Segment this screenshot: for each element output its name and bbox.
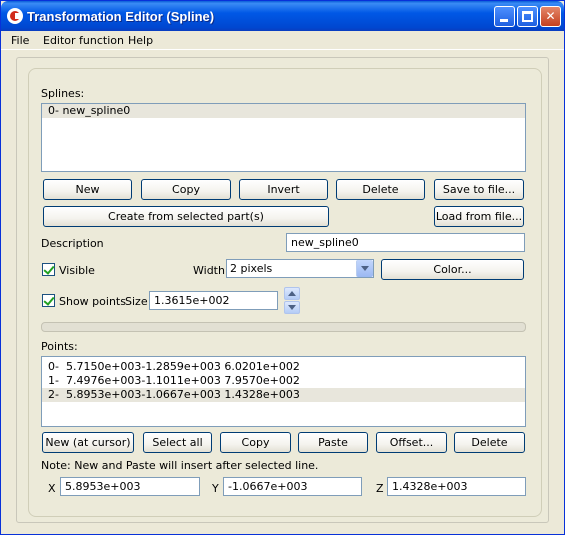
spin-up-icon[interactable] bbox=[284, 287, 300, 300]
menu-help[interactable]: Help bbox=[128, 34, 153, 47]
menu-editor-function[interactable]: Editor function bbox=[43, 34, 124, 47]
new-at-cursor-button[interactable]: New (at cursor) bbox=[42, 432, 134, 453]
visible-checkbox[interactable] bbox=[42, 263, 55, 276]
splines-list[interactable]: 0- new_spline0 bbox=[41, 103, 526, 172]
list-item[interactable]: 2- 5.8953e+003-1.0667e+003 1.4328e+003 bbox=[42, 388, 525, 402]
size-label: Size bbox=[125, 295, 148, 308]
points-label: Points: bbox=[41, 340, 78, 353]
spin-down-icon[interactable] bbox=[284, 301, 300, 314]
paste-point-button[interactable]: Paste bbox=[298, 432, 368, 453]
delete-point-button[interactable]: Delete bbox=[454, 432, 525, 453]
y-label: Y bbox=[212, 482, 219, 495]
insert-note: Note: New and Paste will insert after se… bbox=[41, 459, 319, 472]
visible-label: Visible bbox=[59, 264, 95, 277]
splines-label: Splines: bbox=[41, 87, 85, 100]
points-list[interactable]: 0- 5.7150e+003-1.2859e+003 6.0201e+002 1… bbox=[41, 356, 526, 427]
copy-point-button[interactable]: Copy bbox=[220, 432, 291, 453]
close-button[interactable]: ✕ bbox=[540, 6, 561, 27]
window-title: Transformation Editor (Spline) bbox=[27, 9, 215, 24]
delete-spline-button[interactable]: Delete bbox=[336, 179, 425, 200]
color-button[interactable]: Color... bbox=[381, 259, 524, 280]
minimize-button[interactable] bbox=[494, 6, 515, 27]
close-icon: ✕ bbox=[545, 9, 556, 23]
copy-spline-button[interactable]: Copy bbox=[141, 179, 231, 200]
show-points-label: Show points bbox=[59, 295, 126, 308]
description-input[interactable]: new_spline0 bbox=[286, 233, 525, 252]
size-spinner[interactable] bbox=[284, 287, 300, 314]
offset-button[interactable]: Offset... bbox=[376, 432, 447, 453]
maximize-icon bbox=[522, 11, 533, 22]
x-label: X bbox=[48, 482, 56, 495]
list-item[interactable]: 1- 7.4976e+003-1.1011e+003 7.9570e+002 bbox=[42, 374, 525, 388]
progress-bar bbox=[41, 322, 526, 332]
width-select-value: 2 pixels bbox=[230, 262, 273, 275]
z-input[interactable]: 1.4328e+003 bbox=[387, 477, 526, 496]
size-input[interactable]: 1.3615e+002 bbox=[149, 291, 278, 310]
select-all-button[interactable]: Select all bbox=[143, 432, 212, 453]
show-points-checkbox[interactable] bbox=[42, 294, 55, 307]
width-label: Width bbox=[193, 264, 225, 277]
list-item[interactable]: 0- 5.7150e+003-1.2859e+003 6.0201e+002 bbox=[42, 360, 525, 374]
maximize-button[interactable] bbox=[517, 6, 538, 27]
minimize-icon bbox=[500, 19, 508, 22]
app-icon bbox=[7, 8, 23, 24]
create-from-part-button[interactable]: Create from selected part(s) bbox=[43, 206, 329, 227]
x-input[interactable]: 5.8953e+003 bbox=[60, 477, 200, 496]
invert-spline-button[interactable]: Invert bbox=[239, 179, 328, 200]
y-input[interactable]: -1.0667e+003 bbox=[223, 477, 362, 496]
width-select[interactable]: 2 pixels bbox=[226, 259, 374, 278]
z-label: Z bbox=[376, 482, 384, 495]
menu-file[interactable]: File bbox=[11, 34, 29, 47]
load-from-file-button[interactable]: Load from file... bbox=[434, 206, 524, 227]
save-to-file-button[interactable]: Save to file... bbox=[434, 179, 524, 200]
description-label: Description bbox=[41, 237, 104, 250]
new-spline-button[interactable]: New bbox=[43, 179, 132, 200]
editor-window: Transformation Editor (Spline) ✕ File Ed… bbox=[0, 0, 565, 535]
list-item[interactable]: 0- new_spline0 bbox=[42, 104, 525, 118]
chevron-down-icon[interactable] bbox=[356, 260, 373, 277]
title-bar[interactable]: Transformation Editor (Spline) ✕ bbox=[1, 1, 564, 31]
menu-bar: File Editor function Help bbox=[1, 31, 564, 50]
